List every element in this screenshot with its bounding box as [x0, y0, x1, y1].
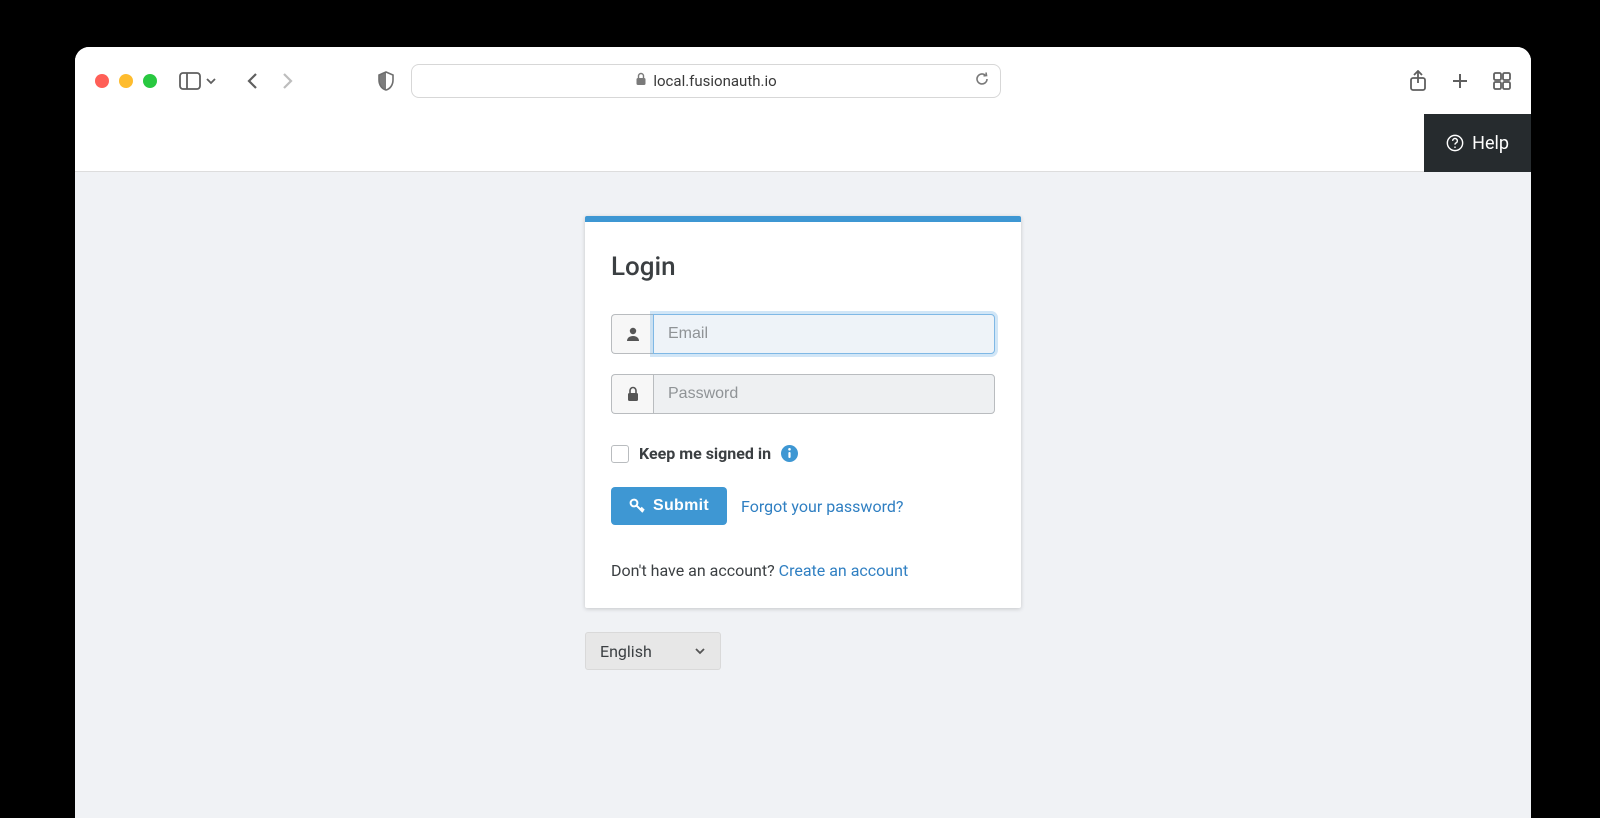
help-button[interactable]: Help: [1424, 114, 1531, 172]
chevron-down-icon: [694, 645, 706, 657]
refresh-icon[interactable]: [974, 71, 990, 91]
window-zoom-button[interactable]: [143, 74, 157, 88]
email-input-group: [611, 314, 995, 354]
lock-icon: [611, 374, 653, 414]
forgot-password-link[interactable]: Forgot your password?: [741, 497, 903, 516]
remember-me-row: Keep me signed in: [611, 444, 995, 463]
new-tab-icon[interactable]: [1451, 72, 1469, 90]
password-input-group: [611, 374, 995, 414]
back-button[interactable]: [245, 71, 261, 91]
window-controls: [95, 74, 157, 88]
window-close-button[interactable]: [95, 74, 109, 88]
language-select-wrap: English: [585, 632, 721, 670]
create-account-link[interactable]: Create an account: [779, 561, 909, 580]
submit-button[interactable]: Submit: [611, 487, 727, 525]
sidebar-dropdown-icon[interactable]: [205, 75, 217, 87]
remember-me-label: Keep me signed in: [639, 444, 771, 463]
window-minimize-button[interactable]: [119, 74, 133, 88]
page-header: Help: [75, 114, 1531, 172]
language-selected-label: English: [600, 642, 652, 661]
submit-button-label: Submit: [653, 497, 709, 515]
user-icon: [611, 314, 653, 354]
share-icon[interactable]: [1409, 70, 1427, 92]
tab-overview-icon[interactable]: [1493, 72, 1511, 90]
remember-me-checkbox[interactable]: [611, 445, 629, 463]
sidebar-toggle-icon[interactable]: [179, 72, 201, 90]
login-panel: Login Keep me signed in: [585, 216, 1021, 608]
address-bar-host: local.fusionauth.io: [653, 72, 776, 90]
login-title: Login: [611, 252, 995, 282]
lock-icon: [635, 72, 647, 90]
submit-row: Submit Forgot your password?: [611, 487, 995, 525]
language-select[interactable]: English: [585, 632, 721, 670]
forward-button[interactable]: [279, 71, 295, 91]
info-icon[interactable]: [781, 445, 798, 462]
signup-row: Don't have an account? Create an account: [611, 561, 995, 580]
email-field[interactable]: [653, 314, 995, 354]
page-body: Login Keep me signed in: [75, 172, 1531, 818]
signup-prompt: Don't have an account?: [611, 561, 779, 580]
help-button-label: Help: [1472, 133, 1509, 154]
address-bar[interactable]: local.fusionauth.io: [411, 64, 1001, 98]
browser-window: local.fusionauth.io: [75, 47, 1531, 818]
browser-toolbar: local.fusionauth.io: [75, 47, 1531, 114]
help-icon: [1446, 134, 1464, 152]
password-field[interactable]: [653, 374, 995, 414]
key-icon: [629, 498, 645, 514]
shield-icon[interactable]: [377, 71, 395, 91]
